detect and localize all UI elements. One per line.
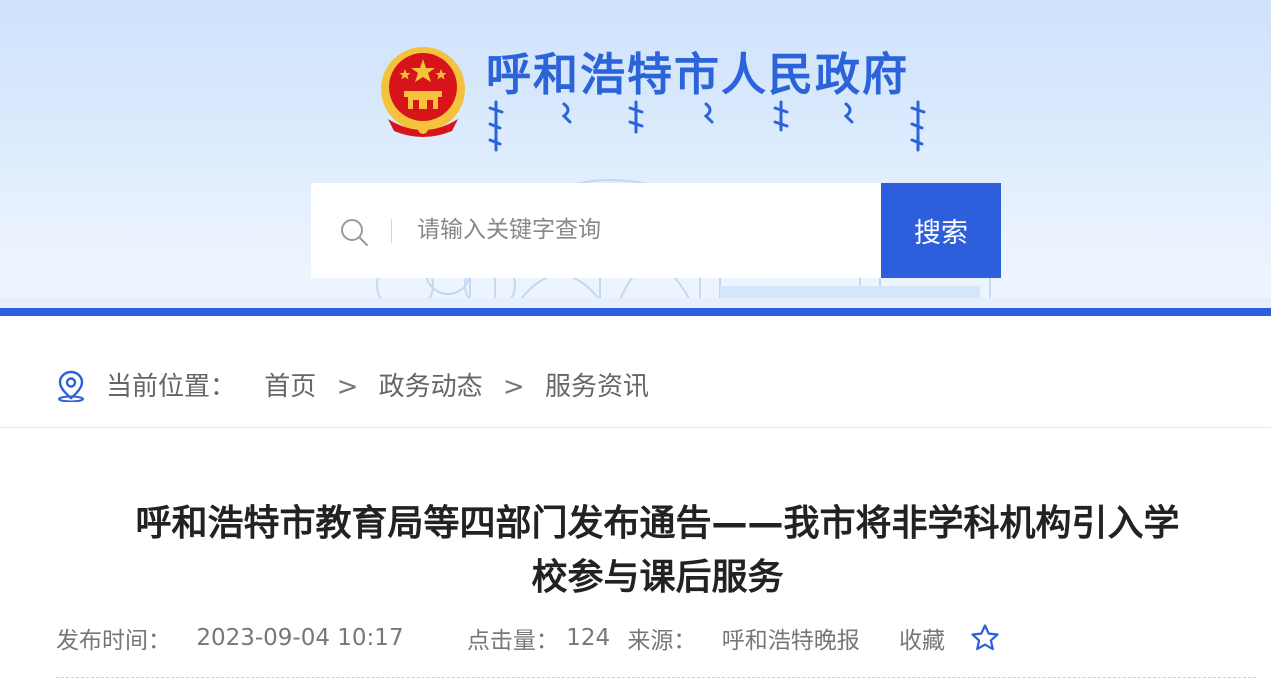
article-meta: 发布时间： 2023-09-04 10:17 点击量： 124 来源： 呼和浩特… (56, 621, 1000, 655)
meta-divider (56, 677, 1256, 678)
article-title-line-2: 校参与课后服务 (531, 557, 784, 598)
article-title-line-1: 呼和浩特市教育局等四部门发布通告——我市将非学科机构引入学 (135, 503, 1180, 544)
national-emblem (381, 47, 465, 137)
breadcrumb-separator: > (336, 372, 359, 402)
search-box (311, 183, 881, 278)
breadcrumb-home-link[interactable]: 首页 (264, 366, 316, 403)
breadcrumb-bar: 当前位置： 首页 > 政务动态 > 服务资讯 (0, 316, 1271, 428)
breadcrumb-service-link[interactable]: 服务资讯 (545, 366, 649, 403)
article-title: 呼和浩特市教育局等四部门发布通告——我市将非学科机构引入学 校参与课后服务 (60, 497, 1255, 605)
search-divider (391, 219, 392, 243)
breadcrumb-prefix: 当前位置： (106, 372, 237, 402)
search-input[interactable] (417, 205, 857, 255)
mongolian-title-icon (488, 100, 926, 152)
click-count-value: 124 (566, 625, 611, 651)
location-pin-icon (58, 370, 84, 402)
search-icon (341, 219, 368, 246)
search-button[interactable]: 搜索 (881, 183, 1001, 278)
breadcrumb: 当前位置： 首页 > 政务动态 > 服务资讯 (106, 366, 649, 403)
header-accent-bar (0, 308, 1271, 316)
publish-time-label: 发布时间： (56, 628, 171, 654)
site-header: 呼和浩特市人民政府 搜索 (0, 0, 1271, 308)
click-count-label: 点击量： (466, 628, 559, 654)
breadcrumb-separator: > (502, 372, 525, 402)
publish-time-value: 2023-09-04 10:17 (196, 625, 404, 651)
source-label: 来源： (627, 628, 697, 654)
site-title: 呼和浩特市人民政府 (486, 48, 910, 101)
star-icon[interactable] (970, 623, 1000, 653)
favorite-label[interactable]: 收藏 (899, 621, 945, 655)
source-value: 呼和浩特晚报 (721, 628, 860, 654)
breadcrumb-news-link[interactable]: 政务动态 (379, 366, 483, 403)
